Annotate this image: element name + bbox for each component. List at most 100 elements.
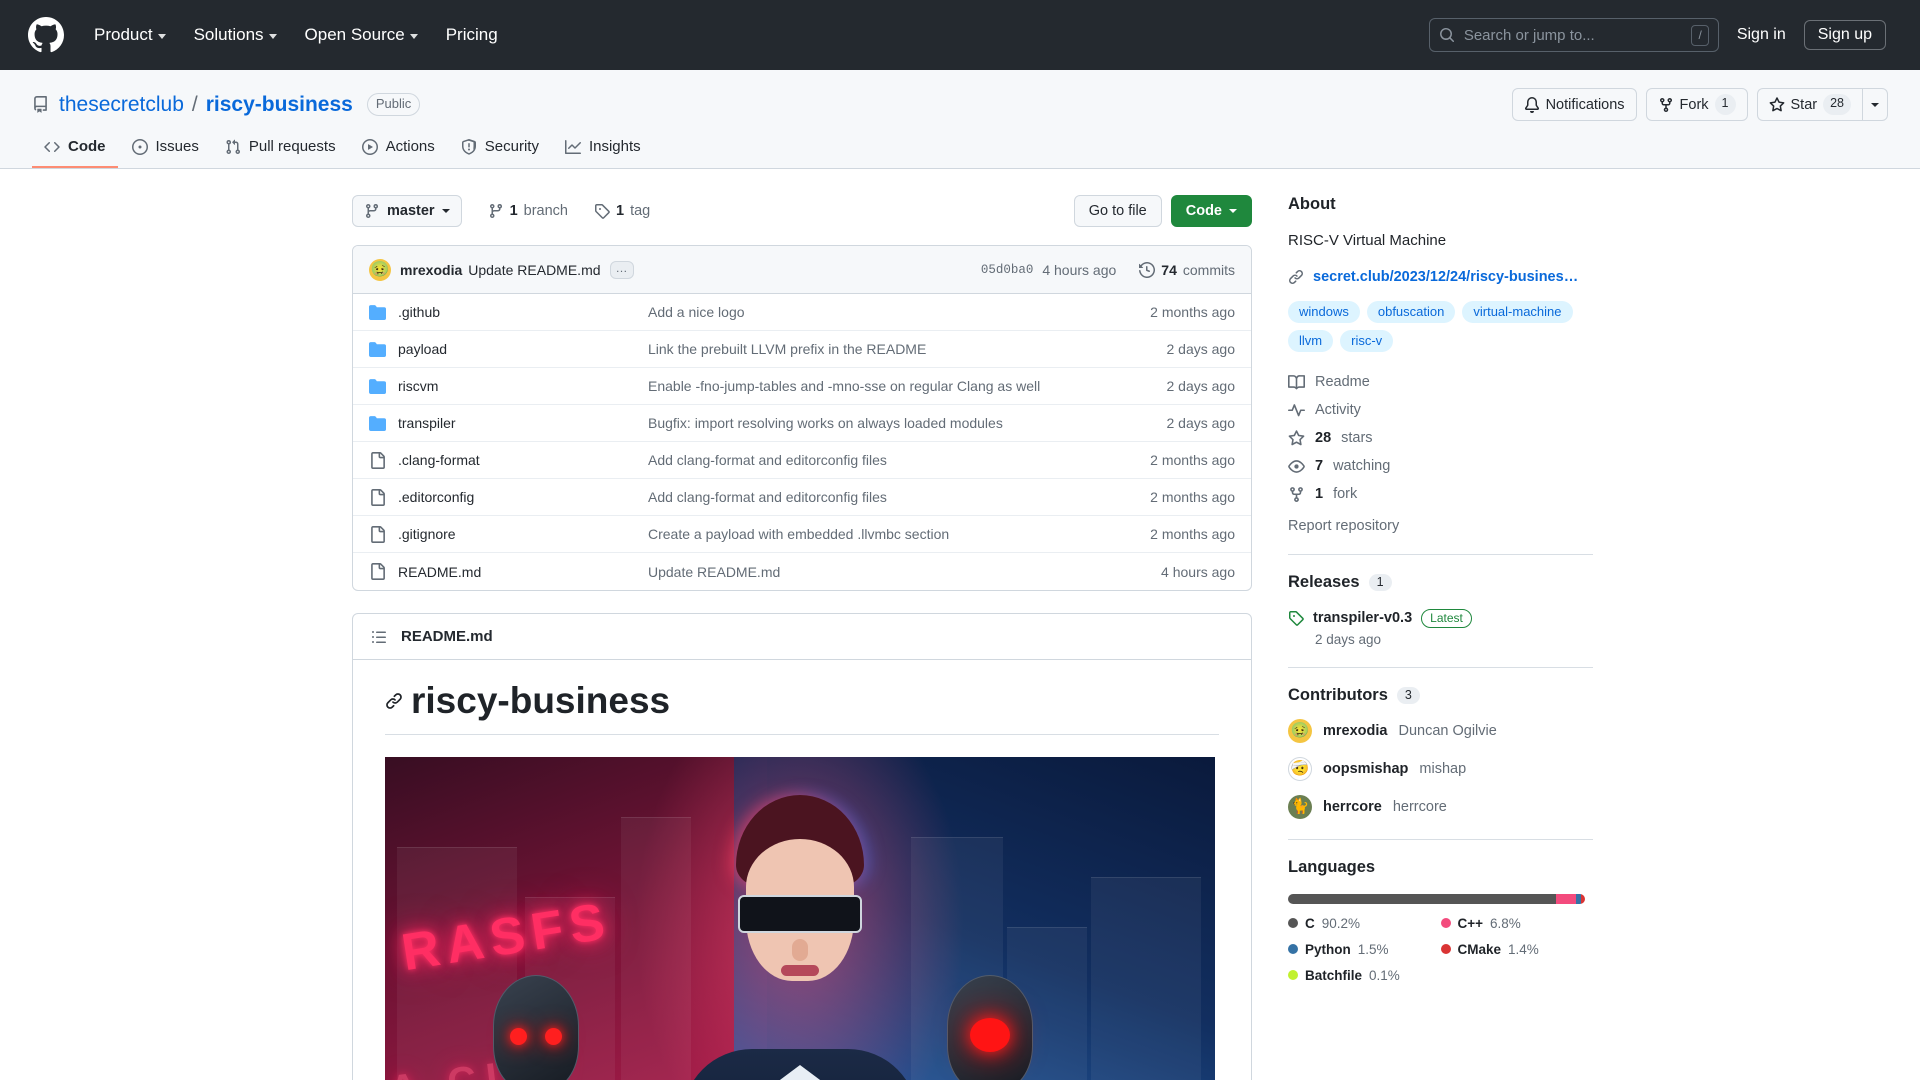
contributor-username[interactable]: mrexodia [1323,723,1387,739]
file-commit-message[interactable]: Add clang-format and editorconfig files [648,452,1150,468]
file-commit-message[interactable]: Create a payload with embedded .llvmbc s… [648,526,1150,542]
nav-item-open-source[interactable]: Open Source [291,19,432,51]
topic-tag[interactable]: windows [1288,300,1360,323]
tab-security[interactable]: Security [449,129,551,168]
topic-tag[interactable]: virtual-machine [1462,300,1573,323]
language-color-dot [1440,944,1451,954]
github-mark-icon[interactable] [28,17,64,53]
file-commit-message[interactable]: Update README.md [648,564,1161,580]
tab-issues[interactable]: Issues [120,129,211,168]
sidebar-item-watching[interactable]: 7 watching [1288,458,1593,475]
sidebar-item-label: Readme [1315,374,1370,390]
commit-expand-button[interactable]: … [609,260,634,279]
contributor-realname: herrcore [1392,798,1447,815]
sidebar-item-activity[interactable]: Activity [1288,402,1593,419]
repo-name-link[interactable]: riscy-business [206,93,353,117]
divider [1288,838,1593,840]
nav-item-solutions[interactable]: Solutions [180,19,291,51]
notifications-button[interactable]: Notifications [1511,88,1637,121]
file-name[interactable]: payload [398,341,648,357]
file-name[interactable]: .clang-format [398,452,648,468]
readme-tab-label[interactable]: README.md [401,628,493,645]
language-item[interactable]: Batchfile 0.1% [1288,968,1441,983]
list-item[interactable]: 🤢 mrexodia Duncan Ogilvie [1288,718,1593,743]
file-name[interactable]: .editorconfig [398,489,648,505]
commit-message[interactable]: Update README.md [468,262,600,278]
topic-tag[interactable]: risc-v [1340,329,1394,352]
list-item[interactable]: 🐈 herrcore herrcore [1288,794,1593,819]
contributor-username[interactable]: oopsmishap [1323,761,1408,777]
repo-owner-link[interactable]: thesecretclub [59,93,184,117]
commit-time: 4 hours ago [1042,261,1117,278]
graph-icon [564,139,581,155]
tab-actions[interactable]: Actions [350,129,447,168]
release-name[interactable]: transpiler-v0.3 [1313,610,1412,626]
go-to-file-button[interactable]: Go to file [1073,195,1162,227]
table-row[interactable]: transpiler Bugfix: import resolving work… [353,405,1251,442]
release-item[interactable]: transpiler-v0.3 Latest [1288,608,1593,628]
table-row[interactable]: README.md Update README.md 4 hours ago [353,553,1251,590]
hero-robot-left [493,975,611,1080]
list-item[interactable]: 🤕 oopsmishap mishap [1288,756,1593,781]
folder-icon [369,378,386,395]
tab-code[interactable]: Code [32,129,118,168]
table-row[interactable]: .github Add a nice logo 2 months ago [353,294,1251,331]
table-row[interactable]: payload Link the prebuilt LLVM prefix in… [353,331,1251,368]
tag-word: tag [630,203,651,219]
contributor-username[interactable]: herrcore [1323,799,1382,815]
language-item[interactable]: C 90.2% [1288,916,1441,931]
file-name[interactable]: README.md [398,564,648,580]
table-row[interactable]: .editorconfig Add clang-format and edito… [353,479,1251,516]
table-row[interactable]: .clang-format Add clang-format and edito… [353,442,1251,479]
star-dropdown-button[interactable] [1862,88,1888,121]
file-commit-message[interactable]: Add a nice logo [648,304,1150,320]
code-button[interactable]: Code [1170,195,1252,227]
file-name[interactable]: transpiler [398,415,648,431]
sidebar-item-stars[interactable]: 28 stars [1288,429,1593,447]
list-unordered-icon[interactable] [371,629,387,645]
avatar[interactable]: 🐈 [1288,794,1312,819]
sign-up-button[interactable]: Sign up [1803,20,1886,50]
file-time: 2 months ago [1150,489,1235,505]
file-listing: 🤢 mrexodia Update README.md … 05d0ba0 4 … [352,245,1252,591]
branch-count-link[interactable]: 1 branch [488,203,568,219]
file-name[interactable]: .github [398,304,648,320]
commit-author[interactable]: mrexodia [400,262,462,278]
file-name[interactable]: .gitignore [398,526,648,542]
about-website-link[interactable]: secret.club/2023/12/24/riscy-business.… [1313,269,1585,285]
language-item[interactable]: Python 1.5% [1288,942,1441,957]
avatar[interactable]: 🤢 [1288,718,1312,743]
tag-count-link[interactable]: 1 tag [594,203,650,219]
tab-pull-requests[interactable]: Pull requests [213,129,348,168]
link-icon[interactable] [385,692,403,710]
file-commit-message[interactable]: Add clang-format and editorconfig files [648,489,1150,505]
commits-count-link[interactable]: 74 commits [1139,262,1235,278]
person-nose [792,939,808,961]
report-repository-link[interactable]: Report repository [1288,518,1593,534]
avatar[interactable]: 🤢 [369,258,391,281]
sidebar-item-readme[interactable]: Readme [1288,374,1593,391]
topic-tag[interactable]: obfuscation [1366,300,1456,323]
branch-selector[interactable]: master [352,195,462,227]
table-row[interactable]: .gitignore Create a payload with embedde… [353,516,1251,553]
tab-label: Code [68,138,106,155]
git-branch-icon [488,203,504,219]
commit-sha[interactable]: 05d0ba0 [981,263,1034,277]
fork-button[interactable]: Fork 1 [1645,88,1748,121]
file-commit-message[interactable]: Enable -fno-jump-tables and -mno-sse on … [648,378,1167,394]
star-button[interactable]: Star 28 [1756,88,1862,121]
file-commit-message[interactable]: Bugfix: import resolving works on always… [648,415,1167,431]
language-item[interactable]: C++ 6.8% [1440,916,1594,931]
nav-item-pricing[interactable]: Pricing [432,19,512,51]
search-input[interactable]: Search or jump to... / [1428,18,1719,52]
tab-insights[interactable]: Insights [553,129,653,168]
file-name[interactable]: riscvm [398,378,648,394]
table-row[interactable]: riscvm Enable -fno-jump-tables and -mno-… [353,368,1251,405]
avatar[interactable]: 🤕 [1288,756,1312,781]
sign-in-link[interactable]: Sign in [1737,26,1786,44]
language-item[interactable]: CMake 1.4% [1440,942,1594,957]
nav-item-product[interactable]: Product [80,19,180,51]
topic-tag[interactable]: llvm [1288,329,1334,352]
file-commit-message[interactable]: Link the prebuilt LLVM prefix in the REA… [648,341,1167,357]
sidebar-item-forks[interactable]: 1 fork [1288,486,1593,503]
